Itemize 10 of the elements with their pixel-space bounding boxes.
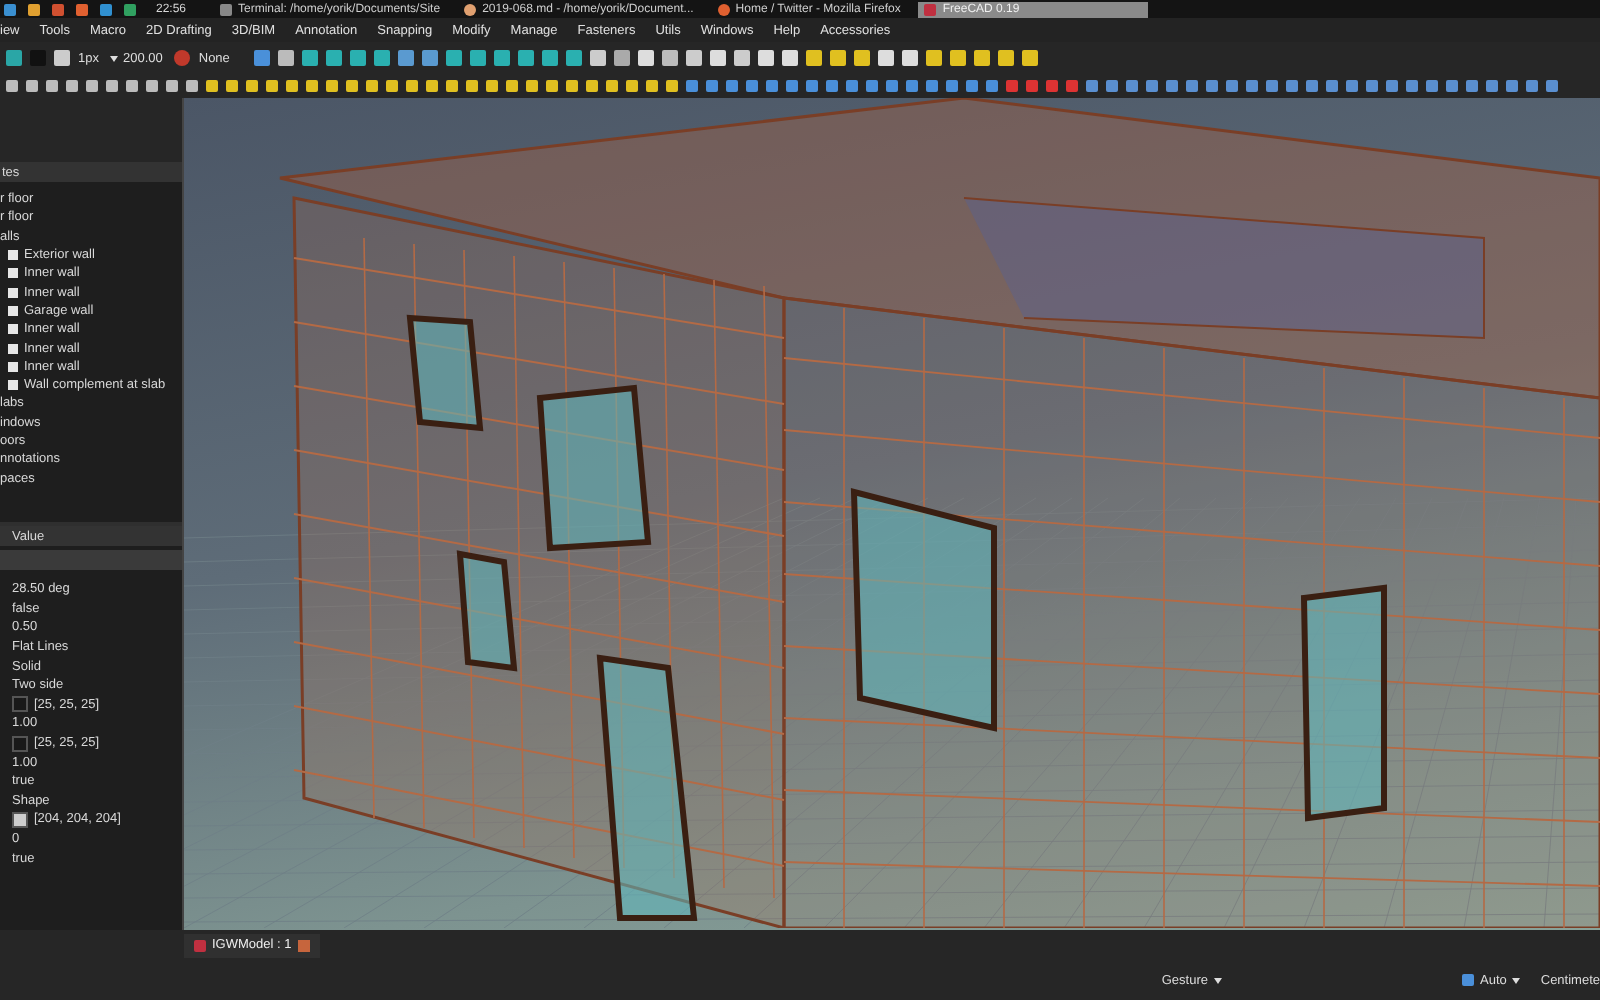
app-icon [924,3,937,15]
app-icon [717,3,730,15]
app-icon [464,3,477,15]
color-swatch[interactable] [12,735,28,752]
close-icon[interactable] [297,939,310,951]
color-swatch[interactable] [12,811,28,828]
color-swatch[interactable] [12,696,28,713]
app-icon [194,939,206,951]
app-icon [220,3,233,15]
no-fill-icon[interactable] [174,50,191,66]
